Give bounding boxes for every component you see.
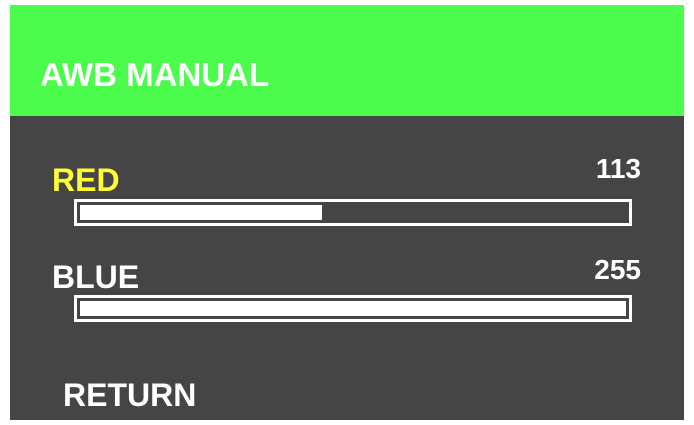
menu-title: AWB MANUAL	[40, 56, 270, 93]
blue-label: BLUE	[52, 259, 140, 295]
red-gain-slider[interactable]	[74, 199, 632, 226]
red-slider-fill	[80, 205, 322, 220]
red-label: RED	[52, 162, 120, 198]
menu-header: AWB MANUAL	[10, 5, 684, 116]
blue-value: 255	[594, 254, 641, 285]
red-value: 113	[595, 153, 641, 184]
return-button[interactable]: RETURN	[63, 377, 196, 413]
awb-manual-menu: AWB MANUAL RED 113 BLUE 255 RETURN	[10, 5, 684, 420]
blue-slider-fill	[80, 301, 626, 316]
blue-gain-slider[interactable]	[74, 295, 632, 322]
